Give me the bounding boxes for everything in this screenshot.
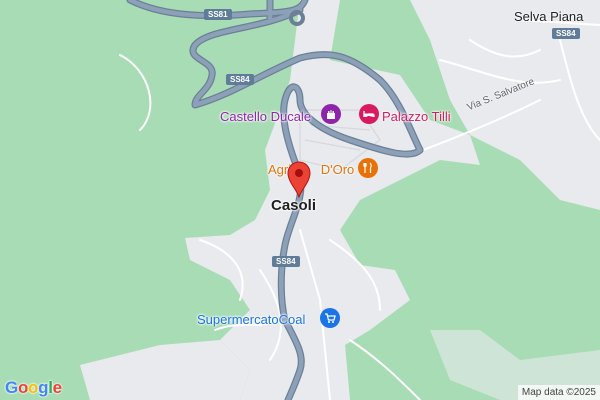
road-shield-ss84-north: SS84 (226, 74, 254, 85)
poi-label-agriturismo-end: D'Oro (320, 162, 355, 177)
road-shield-ss84-south: SS84 (272, 256, 300, 267)
logo-letter-2: o (17, 378, 29, 397)
poi-label-castello-ducale[interactable]: Castello Ducale (220, 110, 311, 123)
logo-letter-6: e (52, 378, 62, 397)
map-attribution[interactable]: Map data ©2025 (517, 385, 600, 400)
logo-letter-1: G (5, 378, 18, 397)
map-pin-icon[interactable] (286, 160, 312, 199)
shopping-cart-icon[interactable] (320, 308, 340, 328)
place-label-selva-piana[interactable]: Selva Piana (514, 10, 583, 23)
map-canvas[interactable]: SS81 SS84 SS84 SS84 Selva Piana Casoli V… (0, 0, 600, 400)
urban-area-south (80, 340, 250, 400)
place-label-casoli[interactable]: Casoli (271, 198, 316, 213)
roundabout (289, 10, 305, 26)
road-shield-ss84-east: SS84 (552, 28, 580, 39)
google-logo[interactable]: Google (5, 378, 62, 398)
poi-label-palazzo-tilli[interactable]: Palazzo Tilli (382, 110, 451, 123)
poi-label-supermercato[interactable]: SupermercatoCoal (197, 313, 305, 326)
hotel-icon[interactable] (359, 104, 379, 124)
castle-icon[interactable] (321, 104, 341, 124)
restaurant-icon[interactable] (358, 158, 378, 178)
logo-letter-4: g (38, 378, 49, 397)
logo-letter-3: o (28, 378, 39, 397)
road-shield-ss81: SS81 (204, 9, 232, 20)
